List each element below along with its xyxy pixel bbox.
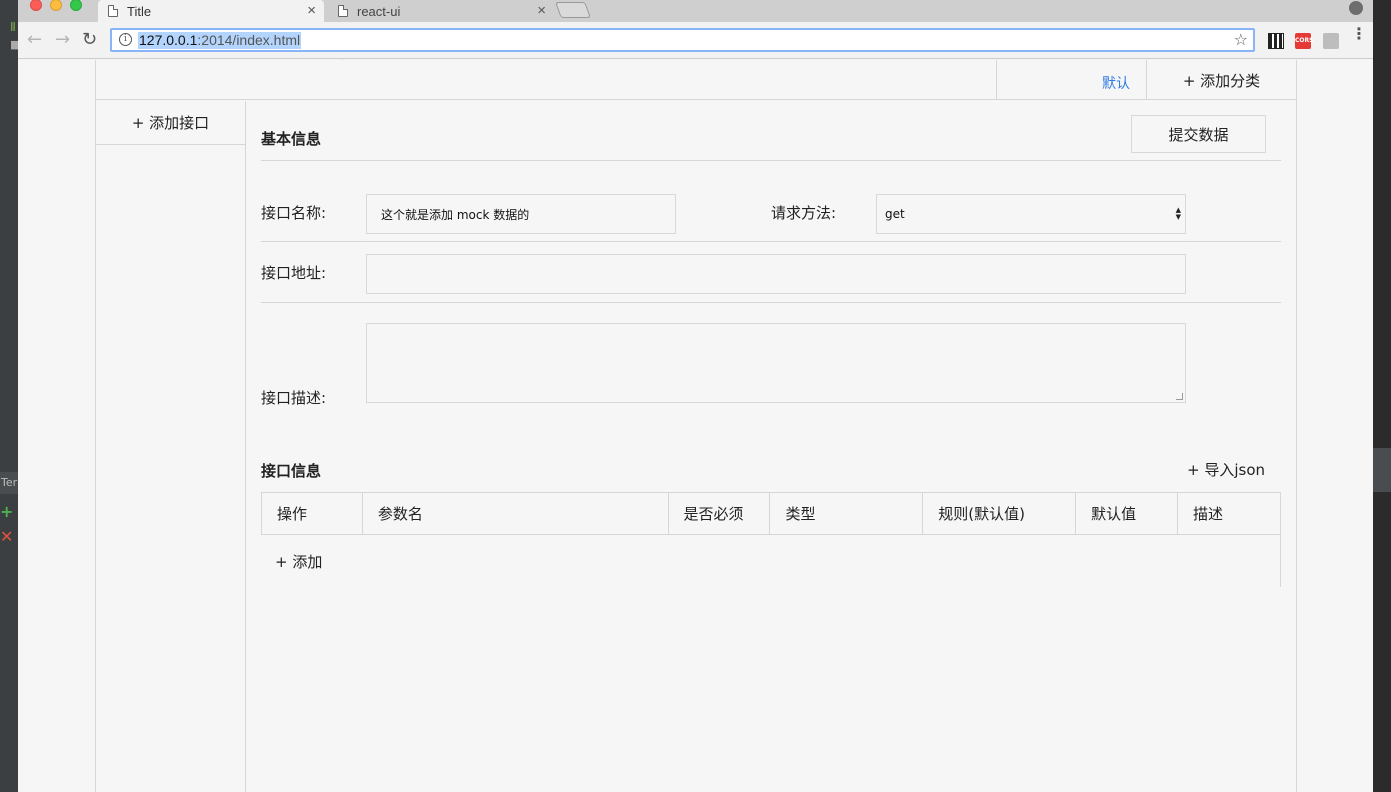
- submit-button[interactable]: 提交数据: [1131, 115, 1266, 153]
- column-header-param-name: 参数名: [361, 492, 669, 535]
- add-api-button[interactable]: + 添加接口: [96, 101, 245, 145]
- tab-label: Title: [127, 3, 152, 19]
- window-minimize-button[interactable]: [50, 0, 62, 11]
- api-name-input[interactable]: [366, 194, 676, 234]
- address-bar[interactable]: i 127.0.0.1:2014/index.html ☆: [110, 28, 1255, 52]
- tab-title[interactable]: Title ×: [98, 0, 324, 22]
- method-select[interactable]: get ▲ ▼: [876, 194, 1186, 234]
- column-header-action: 操作: [261, 492, 363, 535]
- reload-icon[interactable]: ↻: [82, 30, 97, 50]
- menu-kebab-icon[interactable]: ⋮: [1351, 26, 1367, 47]
- column-header-required: 是否必须: [667, 492, 771, 535]
- extension-icon[interactable]: [1323, 33, 1339, 49]
- category-tabs: 默认: [996, 60, 1146, 100]
- ide-side-strip: Ⅱ ■ Ter + ✕: [0, 0, 20, 792]
- browser-toolbar: ← → ↻ i 127.0.0.1:2014/index.html ☆ CORS…: [18, 22, 1373, 75]
- params-table: 操作 参数名 是否必须 类型 规则(默认值) 默认值 描述: [261, 492, 1281, 535]
- column-header-description: 描述: [1177, 492, 1281, 535]
- ide-indicator: Ⅱ: [10, 20, 16, 34]
- url-host: 127.0.0.1: [139, 32, 198, 48]
- api-desc-textarea[interactable]: [366, 323, 1186, 403]
- divider: [261, 241, 1281, 242]
- info-icon[interactable]: i: [119, 33, 132, 46]
- divider: [261, 302, 1281, 303]
- page-content: 默认 + 添加分类 + 添加接口 基本信息 提交数据 接口名称: 请求方法: g…: [18, 60, 1373, 792]
- desktop-edge: [1373, 0, 1391, 792]
- close-icon[interactable]: ×: [307, 2, 316, 19]
- background-window: [1373, 448, 1391, 492]
- api-url-label: 接口地址:: [261, 264, 327, 282]
- window-close-button[interactable]: [30, 0, 42, 11]
- add-category-button[interactable]: + 添加分类: [1146, 60, 1296, 100]
- select-arrows-icon: ▲ ▼: [1175, 206, 1181, 221]
- forward-arrow-icon[interactable]: →: [55, 30, 70, 50]
- document-icon: [108, 5, 118, 17]
- tab-label: react-ui: [357, 3, 401, 19]
- category-bar: 默认 + 添加分类: [96, 60, 1296, 100]
- method-label: 请求方法:: [771, 204, 837, 222]
- document-icon: [338, 5, 348, 17]
- ide-terminal-tab[interactable]: Ter: [0, 472, 18, 494]
- new-tab-button[interactable]: [555, 2, 591, 18]
- method-value: get: [885, 207, 905, 221]
- url-path: :2014/index.html: [197, 32, 301, 48]
- resize-grip-icon[interactable]: [1176, 393, 1183, 400]
- qr-code-extension-icon[interactable]: [1268, 33, 1284, 49]
- column-header-type: 类型: [769, 492, 924, 535]
- import-json-button[interactable]: + 导入json: [1187, 459, 1265, 480]
- tab-strip: Title × react-ui ×: [18, 0, 1373, 22]
- api-url-input[interactable]: [366, 254, 1186, 294]
- tab-react-ui[interactable]: react-ui ×: [328, 0, 554, 22]
- url-text[interactable]: 127.0.0.1:2014/index.html: [138, 32, 302, 49]
- api-desc-label: 接口描述:: [261, 389, 327, 407]
- basic-info-title: 基本信息: [261, 130, 322, 148]
- category-default[interactable]: 默认: [1102, 73, 1130, 93]
- window-zoom-button[interactable]: [70, 0, 82, 11]
- add-param-button[interactable]: + 添加: [275, 551, 322, 572]
- column-header-default-value: 默认值: [1075, 492, 1179, 535]
- close-icon[interactable]: ✕: [0, 527, 13, 546]
- bookmark-star-icon[interactable]: ☆: [1234, 30, 1248, 49]
- back-arrow-icon[interactable]: ←: [27, 30, 42, 50]
- api-sidebar: + 添加接口: [96, 101, 246, 792]
- cors-extension-icon[interactable]: CORS: [1295, 33, 1313, 49]
- table-header-row: 操作 参数名 是否必须 类型 规则(默认值) 默认值 描述: [261, 492, 1281, 535]
- profile-icon[interactable]: [1349, 1, 1363, 15]
- api-name-label: 接口名称:: [261, 204, 327, 222]
- browser-window: Title × react-ui × ← → ↻ i 127.0.0.1:201…: [18, 0, 1373, 792]
- api-editor: 基本信息 提交数据 接口名称: 请求方法: get ▲▼ 接口地址: 接口描述:: [261, 101, 1281, 792]
- app-shell: 默认 + 添加分类 + 添加接口 基本信息 提交数据 接口名称: 请求方法: g…: [95, 60, 1297, 792]
- plus-icon[interactable]: +: [0, 502, 13, 521]
- close-icon[interactable]: ×: [537, 2, 546, 19]
- api-info-title: 接口信息: [261, 462, 322, 480]
- column-header-rule: 规则(默认值): [922, 492, 1077, 535]
- params-table-body: + 添加: [261, 534, 1281, 587]
- divider: [261, 160, 1281, 161]
